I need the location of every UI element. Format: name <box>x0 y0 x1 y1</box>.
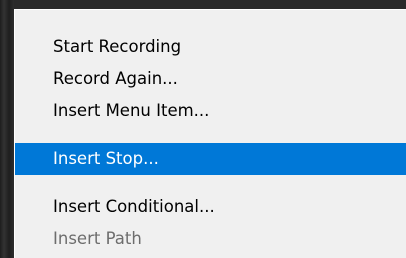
context-menu: Start Recording Record Again... Insert M… <box>14 9 406 258</box>
menu-item-insert-menu-item[interactable]: Insert Menu Item... <box>15 95 406 127</box>
menu-item-insert-stop[interactable]: Insert Stop... <box>15 143 406 175</box>
menu-item-insert-path: Insert Path <box>53 229 142 248</box>
menu-item-record-again[interactable]: Record Again... <box>15 63 406 95</box>
menu-item-insert-conditional[interactable]: Insert Conditional... <box>15 191 406 223</box>
menu-item-start-recording[interactable]: Start Recording <box>15 31 406 63</box>
